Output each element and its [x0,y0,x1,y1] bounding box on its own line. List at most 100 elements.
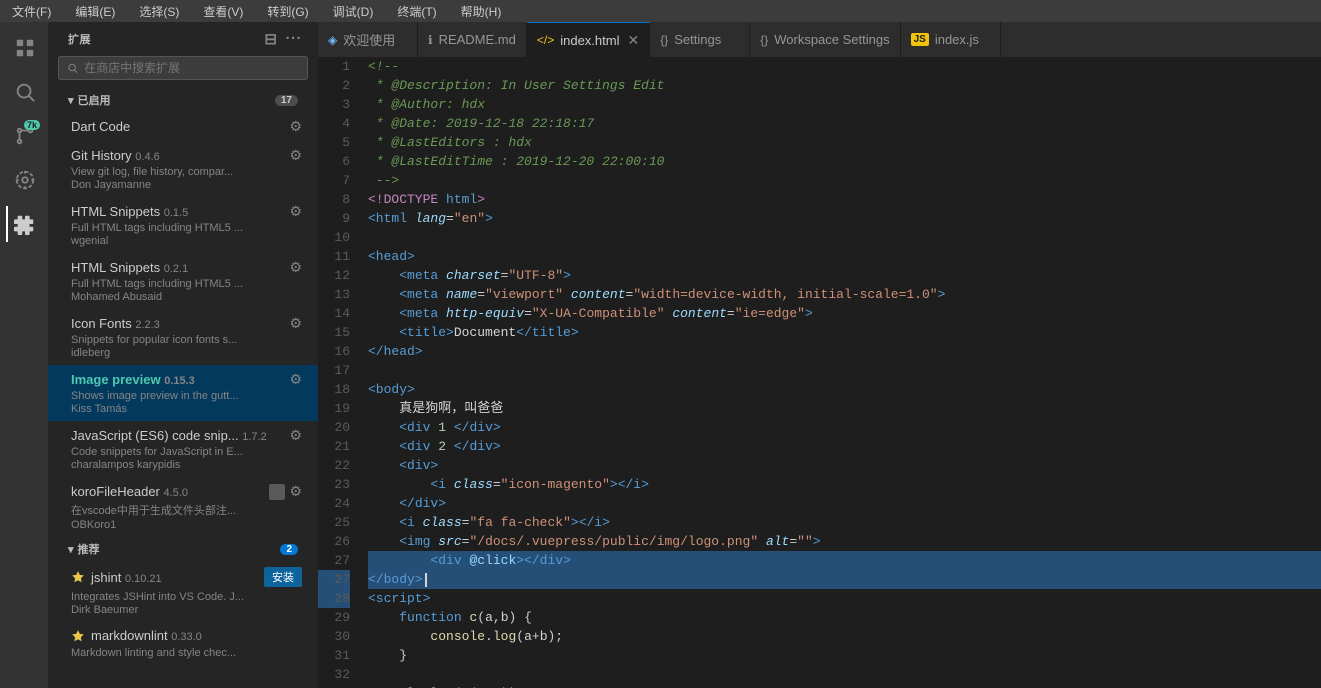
recommended-star-icon [71,570,85,584]
tab-icon-index-js: JS [911,33,929,46]
section-label-enabled: 已启用 [78,92,111,108]
editor-content[interactable]: 12345 678910 1112131415 1617181920 21222… [318,57,1321,688]
activity-explorer[interactable] [6,30,42,66]
ext-name: HTML Snippets 0.2.1 [71,260,188,275]
tab-icon-settings: {} [660,33,668,47]
ext-avatar [269,484,285,500]
ext-name: koroFileHeader 4.5.0 [71,484,188,499]
tab-icon-index-html: </> [537,33,554,47]
code-area[interactable]: <!-- * @Description: In User Settings Ed… [358,57,1321,688]
ext-icon-fonts[interactable]: Icon Fonts 2.2.3 ⚙ Snippets for popular … [48,309,318,365]
ext-dart-code[interactable]: Dart Code ⚙ [48,112,318,141]
tab-index-html[interactable]: </> index.html ✕ [527,22,650,57]
ext-author: idleberg [71,347,302,359]
ext-desc: Code snippets for JavaScript in E... [71,446,281,458]
menu-item-select[interactable]: 选择(S) [135,3,183,20]
ext-desc: Shows image preview in the gutt... [71,390,281,402]
activity-extensions[interactable] [6,206,42,242]
menu-bar: 文件(F) 编辑(E) 选择(S) 查看(V) 转到(G) 调试(D) 终端(T… [0,0,1321,22]
ext-name: Image preview 0.15.3 [71,372,195,387]
tab-label-index-html: index.html [560,33,619,48]
gear-icon[interactable]: ⚙ [289,483,302,500]
gear-icon[interactable]: ⚙ [289,259,302,276]
ext-html-snippets-1[interactable]: HTML Snippets 0.1.5 ⚙ Full HTML tags inc… [48,197,318,253]
tab-readme[interactable]: ℹ README.md [418,22,527,57]
tab-label-index-js: index.js [935,32,979,47]
editor-area: ◈ 欢迎使用 ℹ README.md </> index.html ✕ {} S… [318,22,1321,688]
menu-item-file[interactable]: 文件(F) [8,3,55,20]
menu-item-terminal[interactable]: 终端(T) [393,3,440,20]
enabled-count: 17 [275,95,298,106]
tab-label-workspace-settings: Workspace Settings [774,32,889,47]
ext-name: markdownlint 0.33.0 [91,628,202,643]
ext-koro-file-header[interactable]: koroFileHeader 4.5.0 ⚙ 在vscode中用于生成文件头部注… [48,477,318,537]
tab-label-settings: Settings [674,32,721,47]
tab-bar: ◈ 欢迎使用 ℹ README.md </> index.html ✕ {} S… [318,22,1321,57]
more-icon[interactable]: ··· [286,30,303,48]
sidebar: 扩展 ⊟ ··· ▾ 已启用 17 Dart Code ⚙ Git [48,22,318,688]
section-label-recommended: 推荐 [78,541,100,557]
ext-markdownlint[interactable]: markdownlint 0.33.0 Markdown linting and… [48,622,318,665]
ext-name: HTML Snippets 0.1.5 [71,204,188,219]
ext-desc: 在vscode中用于生成文件头部注... [71,502,281,518]
ext-image-preview[interactable]: Image preview 0.15.3 ⚙ Shows image previ… [48,365,318,421]
ext-name: Git History 0.4.6 [71,148,160,163]
tab-close-index-html[interactable]: ✕ [627,32,639,49]
ext-name: Dart Code [71,119,130,134]
ext-git-history[interactable]: Git History 0.4.6 ⚙ View git log, file h… [48,141,318,197]
extension-search-box[interactable] [58,56,308,80]
ext-author: Don Jayamanne [71,179,302,191]
section-arrow-recommended: ▾ [68,543,74,556]
menu-item-view[interactable]: 查看(V) [199,3,247,20]
ext-jshint[interactable]: jshint 0.10.21 安装 Integrates JSHint into… [48,561,318,622]
section-enabled[interactable]: ▾ 已启用 17 [48,88,318,112]
section-recommended[interactable]: ▾ 推荐 2 [48,537,318,561]
menu-item-edit[interactable]: 编辑(E) [71,3,119,20]
tab-workspace-settings[interactable]: {} Workspace Settings [750,22,900,57]
line-numbers: 12345 678910 1112131415 1617181920 21222… [318,57,358,688]
section-arrow-enabled: ▾ [68,94,74,107]
ext-html-snippets-2[interactable]: HTML Snippets 0.2.1 ⚙ Full HTML tags inc… [48,253,318,309]
ext-js-es6[interactable]: JavaScript (ES6) code snip... 1.7.2 ⚙ Co… [48,421,318,477]
activity-search[interactable] [6,74,42,110]
ext-desc: Integrates JSHint into VS Code. J... [71,591,281,603]
ext-author: Kiss Tamás [71,403,302,415]
sidebar-header: 扩展 ⊟ ··· [48,22,318,52]
gear-icon[interactable]: ⚙ [289,427,302,444]
tab-welcome[interactable]: ◈ 欢迎使用 [318,22,418,57]
gear-icon[interactable]: ⚙ [289,315,302,332]
sidebar-header-icons: ⊟ ··· [264,30,302,48]
gear-icon[interactable]: ⚙ [289,118,302,135]
ext-desc: Full HTML tags including HTML5 ... [71,278,281,290]
ext-author: charalampos karypidis [71,459,302,471]
search-icon [67,62,78,74]
ext-name: JavaScript (ES6) code snip... 1.7.2 [71,428,267,443]
menu-item-help[interactable]: 帮助(H) [457,3,506,20]
ext-author: Dirk Baeumer [71,604,302,616]
search-input[interactable] [84,61,299,75]
tab-label-welcome: 欢迎使用 [343,30,395,49]
ext-desc: View git log, file history, compar... [71,166,281,178]
menu-item-debug[interactable]: 调试(D) [329,3,378,20]
ext-name: jshint 0.10.21 [91,570,162,585]
tab-index-js[interactable]: JS index.js [901,22,1001,57]
tab-icon-workspace-settings: {} [760,33,768,47]
gear-icon[interactable]: ⚙ [289,371,302,388]
ext-desc: Markdown linting and style chec... [71,647,281,659]
recommended-star-icon [71,629,85,643]
filter-icon[interactable]: ⊟ [264,30,277,48]
tab-settings[interactable]: {} Settings [650,22,750,57]
gear-icon[interactable]: ⚙ [289,147,302,164]
install-button[interactable]: 安装 [264,567,302,587]
activity-debug[interactable] [6,162,42,198]
recommended-count: 2 [280,544,298,555]
ext-desc: Snippets for popular icon fonts s... [71,334,281,346]
gear-icon[interactable]: ⚙ [289,203,302,220]
menu-item-goto[interactable]: 转到(G) [263,3,312,20]
activity-git[interactable]: 7k [6,118,42,154]
ext-author: wgenial [71,235,302,247]
tab-label-readme: README.md [439,32,516,47]
ext-author: OBKoro1 [71,519,302,531]
ext-name: Icon Fonts 2.2.3 [71,316,160,331]
ext-desc: Full HTML tags including HTML5 ... [71,222,281,234]
